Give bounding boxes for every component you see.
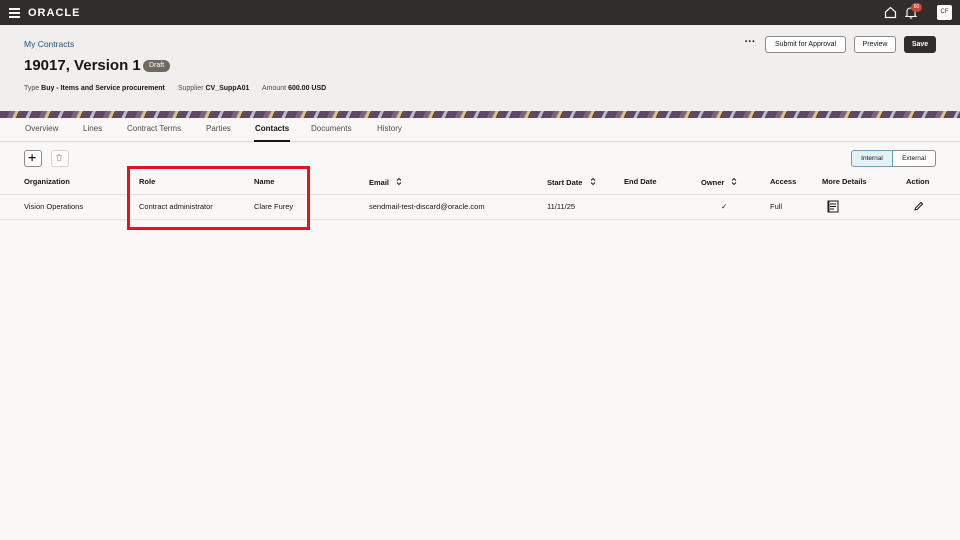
column-action: Action	[906, 177, 930, 186]
tab-documents[interactable]: Documents	[311, 124, 351, 133]
cell-email: sendmail-test-discard@oracle.com	[369, 202, 485, 211]
delete-contact-button[interactable]	[51, 150, 69, 167]
page-title: 19017, Version 1	[24, 57, 141, 74]
meta-type-label: Type	[24, 85, 40, 92]
column-more-details: More Details	[822, 177, 867, 186]
tab-parties[interactable]: Parties	[206, 124, 231, 133]
column-owner: Owner	[701, 178, 725, 187]
edit-pencil-icon[interactable]	[913, 201, 924, 212]
sort-icon[interactable]	[590, 177, 596, 186]
sort-icon[interactable]	[396, 177, 402, 186]
meta-supplier-label: Supplier	[177, 85, 204, 92]
preview-button[interactable]: Preview	[854, 36, 896, 53]
owner-check-icon: ✓	[721, 202, 728, 211]
avatar[interactable]: CF	[937, 5, 952, 20]
home-icon[interactable]	[884, 6, 897, 19]
trash-icon	[56, 154, 62, 162]
notification-badge: 60	[911, 3, 922, 12]
column-organization: Organization	[24, 177, 70, 186]
add-contact-button[interactable]	[24, 150, 42, 167]
internal-toggle[interactable]: Internal	[851, 150, 893, 167]
tab-history[interactable]: History	[377, 124, 402, 133]
page-header: My Contracts 19017, Version 1 Draft Type…	[0, 25, 960, 111]
column-start-date-header[interactable]: Start Date	[547, 177, 596, 187]
more-actions-button[interactable]: ···	[743, 37, 757, 48]
sort-icon[interactable]	[731, 177, 737, 186]
submit-for-approval-button[interactable]: Submit for Approval	[765, 36, 846, 53]
tab-bar: Overview Lines Contract Terms Parties Co…	[0, 118, 960, 142]
meta-type-value: Buy - Items and Service procurement	[41, 85, 165, 92]
contract-meta: Type Buy - Items and Service procurement…	[24, 85, 337, 92]
column-access: Access	[770, 177, 797, 186]
column-email: Email	[369, 178, 390, 187]
column-owner-header[interactable]: Owner	[701, 177, 737, 187]
column-start-date: Start Date	[547, 178, 583, 187]
top-bar: ORACLE 60 CF	[0, 0, 960, 25]
column-email-header[interactable]: Email	[369, 177, 402, 187]
column-end-date: End Date	[624, 177, 657, 186]
cell-organization: Vision Operations	[24, 202, 84, 211]
save-button[interactable]: Save	[904, 36, 936, 53]
meta-amount-value: 600.00 USD	[288, 85, 327, 92]
details-icon[interactable]	[827, 200, 839, 213]
highlight-box	[127, 166, 310, 230]
plus-icon	[28, 154, 36, 162]
meta-supplier-value: CV_SuppA01	[205, 85, 250, 92]
tab-contract-terms[interactable]: Contract Terms	[127, 124, 181, 133]
oracle-logo: ORACLE	[28, 7, 81, 19]
external-toggle[interactable]: External	[893, 150, 936, 167]
active-tab-indicator	[254, 140, 290, 142]
cell-access: Full	[770, 202, 783, 211]
breadcrumb-my-contracts[interactable]: My Contracts	[24, 39, 74, 49]
decorative-banner	[0, 111, 960, 118]
menu-icon[interactable]	[9, 8, 20, 18]
cell-start-date: 11/11/25	[547, 202, 576, 211]
tab-contacts[interactable]: Contacts	[255, 124, 289, 133]
meta-amount-label: Amount	[261, 85, 287, 92]
status-badge: Draft	[143, 60, 171, 72]
tab-overview[interactable]: Overview	[25, 124, 58, 133]
tab-lines[interactable]: Lines	[83, 124, 102, 133]
